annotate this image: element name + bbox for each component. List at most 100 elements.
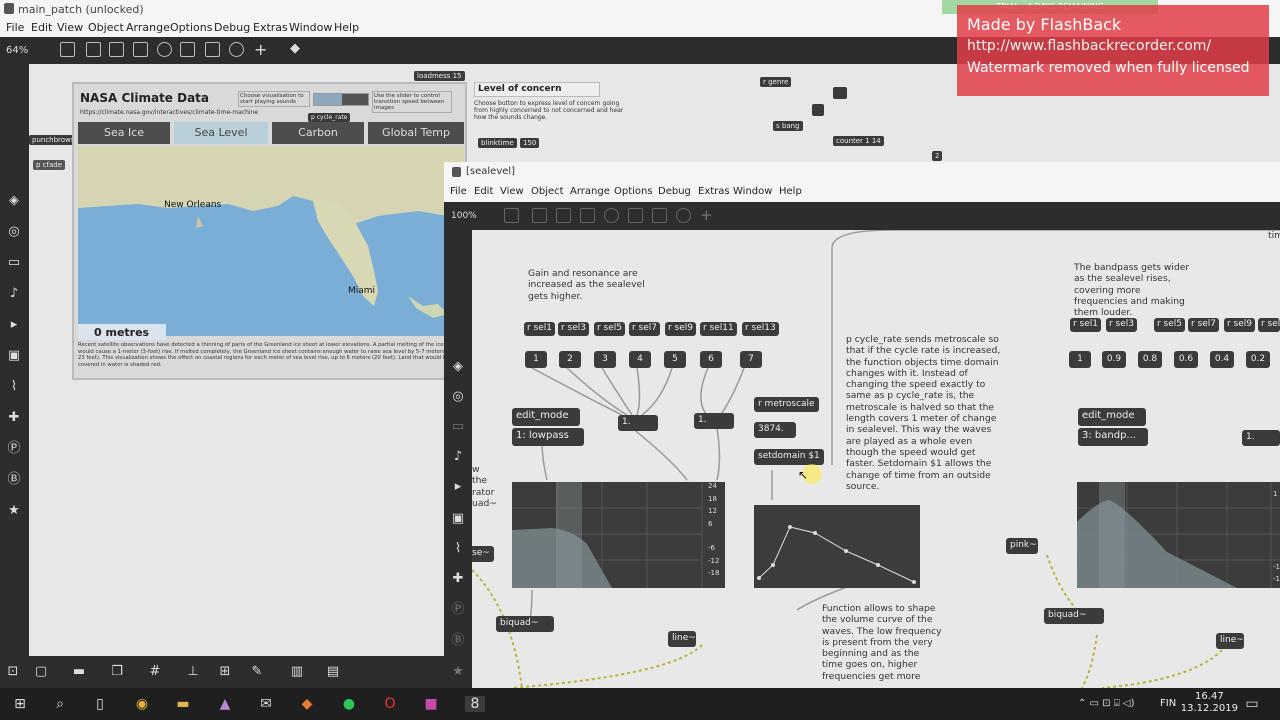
search-icon[interactable]: ⌕ — [52, 696, 68, 712]
lock-icon[interactable]: ⊡ — [6, 665, 20, 679]
r-sel11-left[interactable]: r sel11 — [700, 322, 737, 336]
r-sel1-left[interactable]: r sel1 — [524, 322, 556, 336]
r-sel3-left[interactable]: r sel3 — [558, 322, 590, 336]
filter-type-menu[interactable]: 1: lowpass — [512, 428, 584, 446]
menu-file[interactable]: File — [6, 21, 24, 34]
wrench-icon[interactable]: ✎ — [250, 665, 264, 679]
system-clock[interactable]: 16.47 13.12.2019 — [1181, 691, 1238, 715]
menu-help[interactable]: Help — [334, 21, 359, 34]
menu-window[interactable]: Window — [289, 21, 332, 34]
r-sel1-right[interactable]: r sel1 — [1070, 318, 1102, 332]
app-shield-icon[interactable]: ◆ — [299, 696, 315, 712]
layers-icon[interactable]: ❐ — [110, 665, 124, 679]
input-language[interactable]: FIN — [1160, 698, 1176, 709]
sl-lock-icon[interactable] — [532, 208, 547, 223]
sl-add-icon[interactable]: + — [700, 206, 713, 224]
sl-puzzle-icon[interactable]: ✚ — [451, 572, 465, 586]
sl-menu-edit[interactable]: Edit — [474, 186, 493, 197]
function-envelope[interactable] — [754, 505, 920, 588]
close-box-icon[interactable] — [133, 42, 148, 57]
comment-bubble-icon[interactable]: ▬ — [72, 665, 86, 679]
spotify-icon[interactable]: ● — [341, 696, 357, 712]
r-sel5-left[interactable]: r sel5 — [594, 322, 626, 336]
music-note-icon[interactable]: ♪ — [7, 287, 21, 301]
star-icon[interactable]: ★ — [7, 504, 21, 518]
sl-image-icon[interactable]: ▣ — [451, 512, 465, 526]
presentation-icon[interactable] — [60, 42, 75, 57]
app-triangle-icon[interactable]: ▲ — [217, 696, 233, 712]
s-bang-object[interactable]: s bang — [773, 121, 803, 131]
sl-step-icon[interactable]: ▸ — [451, 480, 465, 494]
message-0-8[interactable]: 0.8 — [1138, 351, 1162, 368]
sealevel-patch-canvas[interactable]: Gain and resonance are increased as the … — [472, 230, 1280, 688]
align-icon[interactable]: ⊥ — [186, 665, 200, 679]
sl-star-icon[interactable]: ★ — [451, 665, 465, 679]
toggle-object[interactable] — [833, 87, 847, 99]
r-metroscale-object[interactable]: r metroscale — [754, 397, 819, 412]
b-icon[interactable]: Ⓑ — [7, 473, 21, 487]
zoom-level[interactable]: 64% — [6, 45, 28, 56]
puzzle-icon[interactable]: ✚ — [7, 411, 21, 425]
sl-target-icon[interactable] — [604, 208, 619, 223]
sl-menu-object[interactable]: Object — [531, 186, 564, 197]
noise-object-partial[interactable]: se~ — [472, 546, 494, 562]
sl-close-box-icon[interactable] — [580, 208, 595, 223]
image-icon[interactable]: ▣ — [7, 349, 21, 363]
file-explorer-icon[interactable]: ▬ — [175, 696, 191, 712]
distribute-icon[interactable]: ⊞ — [218, 665, 232, 679]
message-0-6[interactable]: 0.6 — [1174, 351, 1198, 368]
bus-icon[interactable]: ▭ — [7, 256, 21, 270]
biquad-object-left[interactable]: biquad~ — [496, 616, 554, 632]
menu-debug[interactable]: Debug — [214, 21, 250, 34]
mail-icon[interactable]: ✉ — [258, 696, 274, 712]
notification-icon[interactable]: ▭ — [1244, 696, 1260, 712]
tab-sea-level[interactable]: Sea Level — [174, 122, 268, 144]
speed-slider[interactable] — [313, 93, 369, 106]
clock-icon[interactable] — [229, 42, 244, 57]
loadmess-object[interactable]: loadmess 15 — [414, 71, 465, 81]
number-2[interactable]: 2 — [932, 151, 943, 161]
piano-icon[interactable]: ▥ — [290, 665, 304, 679]
setdomain-message[interactable]: setdomain $1 — [754, 449, 824, 465]
tab-sea-ice[interactable]: Sea Ice — [78, 122, 170, 144]
sl-p-icon[interactable]: Ⓟ — [451, 603, 465, 617]
message-2[interactable]: 2 — [559, 351, 581, 368]
line-object-left[interactable]: line~ — [668, 631, 696, 647]
menu-extras[interactable]: Extras — [253, 21, 288, 34]
add-icon[interactable]: + — [254, 40, 267, 59]
filtergraph-bandpass[interactable]: 1 -1 -1 — [1077, 482, 1280, 588]
sl-presentation-icon[interactable] — [504, 208, 519, 223]
r-genre-object[interactable]: r genre — [760, 77, 792, 87]
tab-carbon[interactable]: Carbon — [272, 122, 364, 144]
sl-menu-help[interactable]: Help — [779, 186, 802, 197]
flonum-2[interactable]: 1. — [694, 413, 734, 429]
sl-menu-extras[interactable]: Extras — [698, 186, 730, 197]
message-6[interactable]: 6 — [700, 351, 722, 368]
flonum-1[interactable]: 1. — [618, 415, 658, 431]
circle-icon[interactable]: ◎ — [7, 225, 21, 239]
sl-menu-view[interactable]: View — [500, 186, 524, 197]
max-taskbar-icon[interactable]: 8 — [465, 696, 485, 712]
bars-icon[interactable]: ▤ — [326, 665, 340, 679]
p-icon[interactable]: Ⓟ — [7, 442, 21, 456]
menu-edit[interactable]: Edit — [31, 21, 52, 34]
r-sel7-right[interactable]: r sel7 — [1188, 318, 1220, 332]
play-icon[interactable] — [180, 42, 195, 57]
edit-mode-message[interactable]: edit_mode — [512, 408, 580, 426]
sl-menu-window[interactable]: Window — [733, 186, 772, 197]
presentation-mode-icon[interactable]: ▢ — [34, 665, 48, 679]
minus-box-icon[interactable] — [205, 42, 220, 57]
sl-paperclip-icon[interactable]: ⌇ — [451, 542, 465, 556]
number-150[interactable]: 150 — [520, 138, 540, 148]
sl-menu-arrange[interactable]: Arrange — [570, 186, 610, 197]
sl-music-note-icon[interactable]: ♪ — [451, 450, 465, 464]
chrome-icon[interactable]: ◉ — [134, 696, 150, 712]
bucket-icon[interactable]: ◆ — [290, 41, 300, 56]
locked-icon[interactable] — [86, 42, 101, 57]
tray-icons[interactable]: ⌃ ▭ ⊡ ⌸ ◁) — [1078, 698, 1135, 709]
r-sel5-right[interactable]: r sel5 — [1154, 318, 1186, 332]
flashback-icon[interactable]: ■ — [423, 696, 439, 712]
r-sel9-left[interactable]: r sel9 — [665, 322, 697, 336]
flonum-3[interactable]: 1. — [1242, 430, 1280, 446]
r-sel7-left[interactable]: r sel7 — [629, 322, 661, 336]
